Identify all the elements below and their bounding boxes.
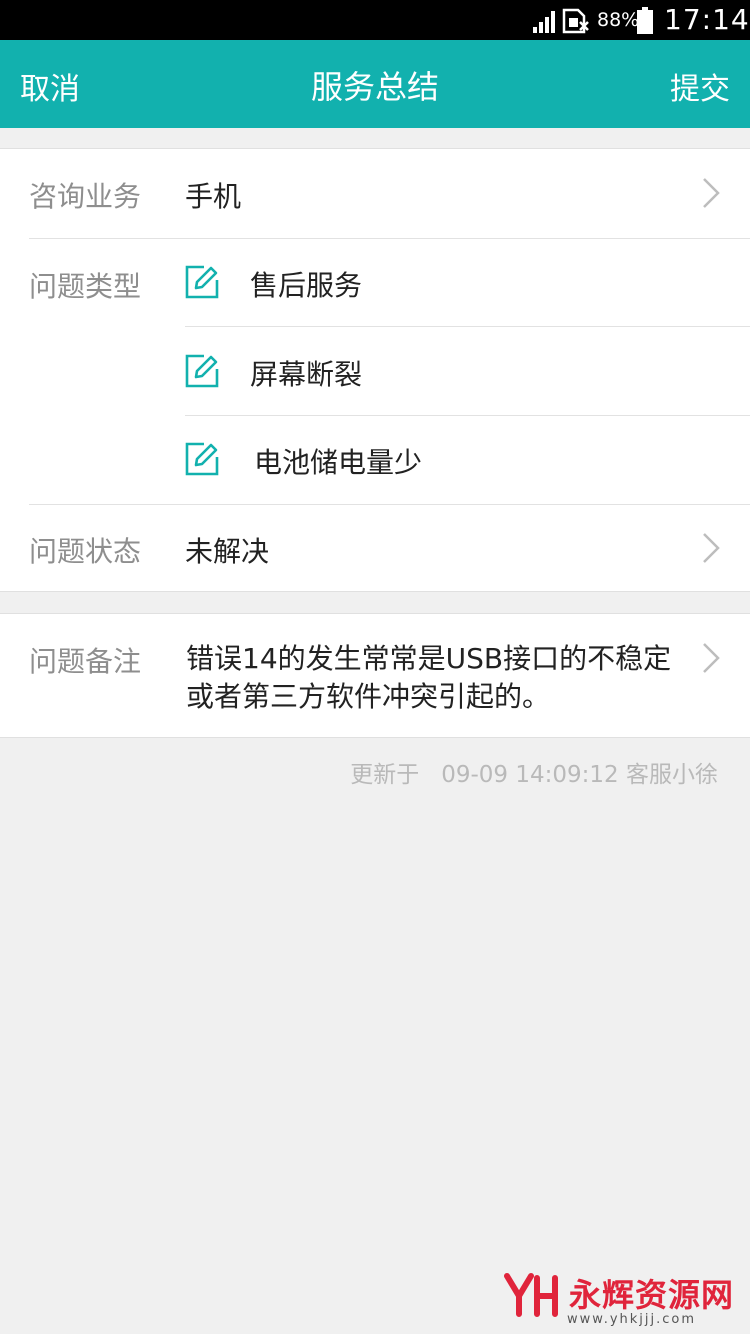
signal-icon xyxy=(533,11,555,33)
chevron-right-icon xyxy=(703,178,720,208)
note-row[interactable]: 问题备注 错误14的发生常常是USB接口的不稳定或者第三方软件冲突引起的。 xyxy=(0,613,750,738)
submit-button[interactable]: 提交 xyxy=(670,64,730,108)
chevron-right-icon xyxy=(703,643,720,673)
page-title: 服务总结 xyxy=(310,68,439,106)
service-summary-card: 咨询业务 手机 问题类型 售后服务 屏幕断裂 电池储电量少 问题状态 未解决 xyxy=(0,148,750,592)
problem-type-item: 售后服务 xyxy=(0,238,750,327)
sim-icon xyxy=(562,8,589,34)
business-value: 手机 xyxy=(185,180,242,213)
problem-status-label: 问题状态 xyxy=(29,535,142,568)
watermark-title: 永辉资源网 xyxy=(569,1276,735,1314)
edit-icon[interactable] xyxy=(184,264,220,300)
update-info: 更新于 09-09 14:09:12 客服小徐 xyxy=(350,755,718,789)
problem-type-item: 电池储电量少 xyxy=(0,415,750,503)
business-row[interactable]: 咨询业务 手机 xyxy=(0,149,750,238)
edit-icon[interactable] xyxy=(184,353,220,389)
watermark: 永辉资源网 www.yhkjjj.com xyxy=(503,1268,735,1328)
battery-icon xyxy=(637,7,653,34)
problem-status-value: 未解决 xyxy=(185,535,270,568)
nav-bar: 取消 服务总结 提交 xyxy=(0,40,750,128)
problem-type-text: 售后服务 xyxy=(250,269,363,302)
edit-icon[interactable] xyxy=(184,441,220,477)
problem-status-row[interactable]: 问题状态 未解决 xyxy=(0,505,750,593)
update-prefix: 更新于 xyxy=(350,762,420,788)
note-value: 错误14的发生常常是USB接口的不稳定或者第三方软件冲突引起的。 xyxy=(186,642,672,713)
watermark-logo xyxy=(504,1273,558,1317)
business-label: 咨询业务 xyxy=(29,180,142,213)
chevron-right-icon xyxy=(703,533,720,563)
update-datetime: 09-09 14:09:12 xyxy=(441,762,619,788)
problem-type-item: 屏幕断裂 xyxy=(0,327,750,415)
note-label: 问题备注 xyxy=(29,645,142,678)
problem-type-text: 电池储电量少 xyxy=(254,446,423,479)
problem-type-text: 屏幕断裂 xyxy=(250,358,363,391)
status-bar: 88% 17:14 xyxy=(0,0,750,40)
update-agent: 客服小徐 xyxy=(626,762,718,788)
watermark-url: www.yhkjjj.com xyxy=(567,1312,697,1327)
battery-percent: 88% xyxy=(597,9,640,31)
clock: 17:14 xyxy=(664,3,750,36)
